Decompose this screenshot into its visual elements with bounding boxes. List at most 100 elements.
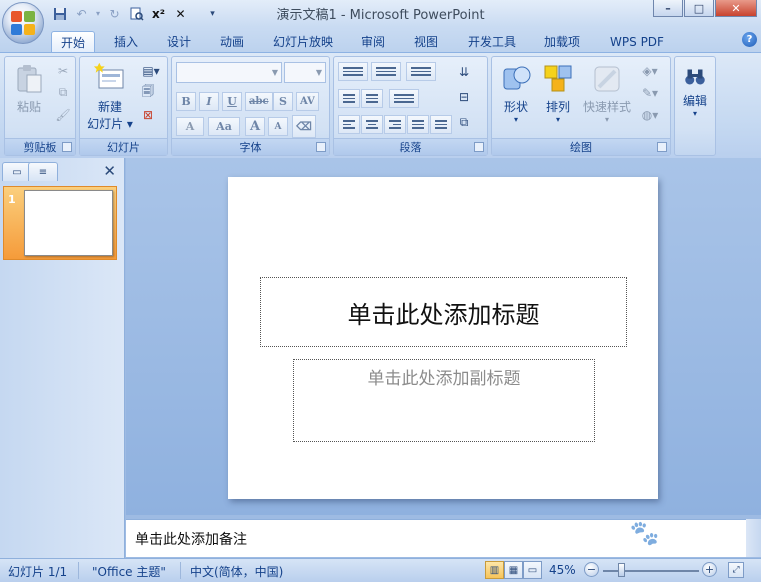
- slide-number: 1: [8, 193, 16, 206]
- tab-insert[interactable]: 插入: [106, 31, 146, 52]
- slide-thumbnail-selected[interactable]: 1: [3, 186, 117, 260]
- font-color-button[interactable]: A: [176, 117, 204, 136]
- close-button[interactable]: ✕: [715, 0, 757, 17]
- bold-button[interactable]: B: [176, 92, 196, 111]
- smartart-icon[interactable]: ⧉: [454, 113, 474, 132]
- shadow-button[interactable]: S: [273, 92, 293, 111]
- decrease-indent-icon[interactable]: [338, 89, 360, 108]
- underline-button[interactable]: U: [222, 92, 242, 111]
- shapes-label: 形状: [503, 100, 528, 114]
- notes-scrollbar[interactable]: [746, 519, 761, 557]
- tab-design[interactable]: 设计: [159, 31, 199, 52]
- new-slide-button[interactable]: 新建 幻灯片 ▾: [84, 63, 136, 132]
- chevron-down-icon: ▾: [604, 115, 609, 124]
- shrink-font-button[interactable]: A: [268, 117, 288, 136]
- tab-view[interactable]: 视图: [406, 31, 446, 52]
- text-direction-icon[interactable]: ⇊: [454, 62, 474, 81]
- slide-canvas[interactable]: 单击此处添加标题 单击此处添加副标题: [228, 177, 658, 499]
- title-placeholder[interactable]: 单击此处添加标题: [260, 277, 627, 347]
- editing-label: 编辑: [682, 94, 707, 108]
- align-right-icon[interactable]: [384, 115, 406, 134]
- tab-wps-pdf[interactable]: WPS PDF: [603, 31, 671, 52]
- shape-effects-icon[interactable]: ◍▾: [636, 105, 664, 124]
- align-center-icon[interactable]: [361, 115, 383, 134]
- print-preview-icon[interactable]: [127, 4, 146, 23]
- zoom-percent[interactable]: 45%: [549, 563, 576, 577]
- normal-view-icon[interactable]: ▥: [485, 561, 504, 579]
- layout-icon[interactable]: ▤▾: [138, 61, 164, 80]
- clear-formatting-icon[interactable]: ⌫: [292, 115, 316, 138]
- increase-indent-icon[interactable]: [361, 89, 383, 108]
- align-text-icon[interactable]: ⊟: [454, 87, 474, 106]
- fit-to-window-icon[interactable]: ⤢: [728, 562, 744, 578]
- quick-styles-button[interactable]: 快速样式 ▾: [580, 63, 634, 124]
- slide-thumbnail[interactable]: [24, 190, 113, 256]
- shapes-button[interactable]: 形状 ▾: [496, 63, 536, 124]
- line-spacing-icon[interactable]: [406, 62, 436, 81]
- language-indicator[interactable]: 中文(简体，中国): [190, 563, 283, 580]
- clipboard-launcher-icon[interactable]: [62, 142, 72, 152]
- tab-addins[interactable]: 加载项: [536, 31, 588, 52]
- zoom-in-icon[interactable]: +: [702, 562, 717, 577]
- char-spacing-button[interactable]: AV: [296, 92, 319, 111]
- slideshow-view-icon[interactable]: ▭: [523, 561, 542, 579]
- tab-review[interactable]: 审阅: [353, 31, 393, 52]
- paste-button[interactable]: 粘贴: [9, 63, 49, 115]
- maximize-button[interactable]: □: [684, 0, 714, 17]
- cut-icon[interactable]: ✂: [53, 61, 73, 80]
- arrange-button[interactable]: 排列 ▾: [538, 63, 578, 124]
- save-icon[interactable]: [50, 4, 69, 23]
- undo-icon[interactable]: ↶: [72, 4, 91, 23]
- group-font: ▼ ▼ B I U abc S AV A Aa A A ⌫ 字体: [171, 56, 330, 156]
- font-size-combo[interactable]: ▼: [284, 62, 326, 83]
- tab-slideshow[interactable]: 幻灯片放映: [266, 31, 340, 52]
- clear-format-button[interactable]: ✕: [171, 4, 190, 23]
- new-slide-label-2: 幻灯片 ▾: [87, 117, 133, 131]
- paste-icon: [17, 65, 42, 93]
- tab-outline[interactable]: ≡: [28, 162, 58, 181]
- bullets-icon[interactable]: [338, 62, 368, 81]
- align-left-icon[interactable]: [338, 115, 360, 134]
- arrange-label: 排列: [545, 100, 570, 114]
- office-button[interactable]: [2, 2, 44, 44]
- shape-fill-icon[interactable]: ◈▾: [636, 61, 664, 80]
- slides-pane: ▭ ≡ ✕ 1: [0, 158, 125, 558]
- font-name-combo[interactable]: ▼: [176, 62, 282, 83]
- watermark-text: Bai🐾经验: [584, 519, 711, 547]
- redo-icon[interactable]: ↻: [105, 4, 124, 23]
- pane-tabs: ▭ ≡: [2, 162, 58, 182]
- drawing-launcher-icon[interactable]: [657, 142, 667, 152]
- superscript-button[interactable]: x²: [149, 4, 168, 23]
- tab-home[interactable]: 开始: [51, 31, 95, 52]
- strikethrough-button[interactable]: abc: [245, 92, 273, 111]
- grow-font-button[interactable]: A: [245, 117, 265, 136]
- paragraph-launcher-icon[interactable]: [474, 142, 484, 152]
- tab-developer[interactable]: 开发工具: [460, 31, 524, 52]
- shape-outline-icon[interactable]: ✎▾: [636, 83, 664, 102]
- copy-icon[interactable]: ⧉: [53, 83, 73, 102]
- format-painter-icon[interactable]: 🖌: [53, 105, 73, 124]
- minimize-button[interactable]: –: [653, 0, 683, 17]
- subtitle-placeholder[interactable]: 单击此处添加副标题: [293, 359, 595, 442]
- editing-button[interactable]: 编辑 ▾: [677, 65, 713, 118]
- reset-slide-icon[interactable]: 🗐: [138, 83, 158, 102]
- font-launcher-icon[interactable]: [316, 142, 326, 152]
- zoom-out-icon[interactable]: −: [584, 562, 599, 577]
- numbering-icon[interactable]: [371, 62, 401, 81]
- italic-button[interactable]: I: [199, 92, 219, 111]
- chevron-down-icon: ▾: [555, 115, 560, 124]
- customize-qat-icon[interactable]: ▾: [203, 4, 222, 23]
- change-case-button[interactable]: Aa: [208, 117, 240, 136]
- status-bar: 幻灯片 1/1 "Office 主题" 中文(简体，中国) ▥ ▦ ▭ 45% …: [0, 558, 761, 582]
- zoom-slider-thumb[interactable]: [617, 563, 625, 577]
- undo-dropdown-icon[interactable]: ▾: [94, 4, 102, 23]
- help-icon[interactable]: ?: [742, 32, 757, 47]
- delete-slide-icon[interactable]: ⊠: [138, 105, 158, 124]
- slide-sorter-icon[interactable]: ▦: [504, 561, 523, 579]
- justify-icon[interactable]: [407, 115, 429, 134]
- chevron-down-icon: ▼: [271, 68, 279, 77]
- columns-icon[interactable]: [389, 89, 419, 108]
- distribute-icon[interactable]: [430, 115, 452, 134]
- tab-animation[interactable]: 动画: [212, 31, 252, 52]
- close-icon[interactable]: ✕: [103, 162, 116, 180]
